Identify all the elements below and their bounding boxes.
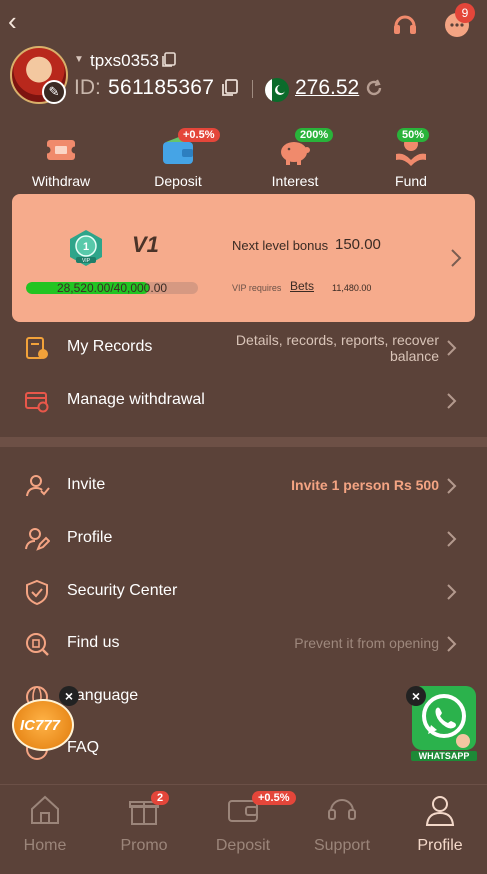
menu-manage-withdrawal-label: Manage withdrawal — [67, 391, 205, 408]
quick-interest-label: Interest — [271, 173, 319, 189]
fund-badge: 50% — [397, 128, 430, 142]
username: tpxs0353 — [90, 51, 159, 70]
vip-requires-label: VIP requires — [232, 283, 282, 293]
card-settings-icon — [25, 392, 49, 413]
ic777-floating-button[interactable]: IC777 — [12, 699, 74, 751]
quick-withdraw-label: Withdraw — [31, 173, 91, 189]
quick-withdraw[interactable]: Withdraw — [11, 130, 111, 189]
tab-support-label: Support — [313, 837, 371, 854]
back-chevron-icon[interactable]: ‹ — [8, 6, 17, 37]
chevron-right-icon — [447, 393, 457, 409]
menu-faq-label: FAQ — [67, 739, 100, 756]
chevron-right-icon — [447, 531, 457, 547]
vip-bets-link[interactable]: Bets — [290, 279, 314, 293]
tab-profile-label: Profile — [417, 837, 463, 854]
tab-support[interactable]: Support — [293, 793, 391, 855]
home-icon — [31, 795, 59, 824]
shield-check-icon — [26, 579, 48, 605]
copy-icon[interactable] — [160, 51, 178, 69]
menu-my-records-label: My Records — [67, 338, 153, 355]
top-bar: ‹ 9 — [0, 0, 487, 46]
menu-security-center-label: Security Center — [67, 582, 178, 599]
vip-progress-text: 28,520.00/40,000.00 — [56, 281, 168, 295]
chevron-right-icon — [447, 478, 457, 494]
records-icon — [26, 337, 48, 359]
caret-down-icon: ▼ — [74, 54, 84, 65]
section-divider — [0, 437, 487, 447]
chevron-right-icon — [447, 636, 457, 652]
refresh-icon[interactable] — [364, 78, 384, 98]
close-icon[interactable]: × — [406, 686, 426, 706]
tab-deposit[interactable]: Deposit +0.5% — [194, 791, 296, 855]
menu-my-records-hint: Details, records, reports, recover balan… — [235, 332, 439, 364]
message-count-badge: 9 — [455, 3, 475, 23]
pakistan-flag-icon — [265, 78, 289, 102]
next-level-label: Next level bonus — [232, 238, 329, 253]
menu-invite[interactable]: Invite Invite 1 person Rs 500 — [0, 460, 487, 510]
quick-fund-label: Fund — [395, 173, 427, 189]
separator — [252, 80, 253, 98]
menu-find-us[interactable]: Find us Prevent it from opening — [0, 618, 487, 668]
menu-manage-withdrawal[interactable]: Manage withdrawal — [0, 375, 487, 425]
menu-profile[interactable]: Profile — [0, 513, 487, 563]
edit-avatar-icon[interactable]: ✎ — [42, 80, 66, 104]
tab-deposit-label: Deposit — [215, 837, 271, 854]
menu-my-records[interactable]: My Records Details, records, reports, re… — [0, 322, 487, 372]
headset-icon[interactable] — [390, 10, 420, 40]
copy-id-icon[interactable] — [220, 78, 240, 98]
svg-text:1: 1 — [83, 241, 89, 253]
vip-requires-value: 11,480.00 — [332, 283, 372, 293]
tab-promo[interactable]: Promo 2 — [95, 791, 193, 855]
search-building-icon — [26, 633, 49, 656]
ic777-logo: IC777 — [20, 717, 61, 734]
interest-badge: 200% — [295, 128, 334, 142]
vip-medal-icon: 1 VIP — [70, 230, 102, 266]
menu-security-center[interactable]: Security Center — [0, 566, 487, 616]
chevron-right-icon — [447, 584, 457, 600]
close-icon[interactable]: × — [59, 686, 79, 706]
bottom-tab-bar: Home Promo 2 Deposit +0.5% Support Profi… — [0, 784, 487, 874]
chevron-right-icon — [451, 249, 462, 267]
tab-home[interactable]: Home — [0, 793, 94, 855]
tab-home-label: Home — [23, 837, 67, 854]
promo-count-badge: 2 — [151, 791, 170, 805]
user-add-icon — [26, 475, 50, 497]
user-edit-icon — [25, 528, 50, 551]
menu-invite-label: Invite — [67, 476, 106, 493]
quick-deposit[interactable]: Deposit +0.5% — [128, 128, 228, 189]
user-id: 561185367 — [108, 76, 215, 99]
quick-deposit-label: Deposit — [154, 173, 202, 189]
wallet-balance[interactable]: 276.52 — [295, 76, 359, 100]
svg-text:VIP: VIP — [82, 258, 91, 264]
quick-interest[interactable]: Interest 200% — [245, 128, 345, 189]
headset-icon — [328, 799, 356, 820]
ticket-icon — [43, 140, 79, 160]
deposit-bonus-badge: +0.5% — [252, 791, 296, 805]
vip-card[interactable]: 1 VIP V1 Next level bonus 150.00 28,520.… — [12, 194, 475, 322]
quick-fund[interactable]: Fund 50% — [361, 128, 461, 189]
menu-find-us-hint: Prevent it from opening — [294, 635, 439, 651]
vip-level: V1 — [132, 232, 159, 257]
tab-promo-label: Promo — [120, 837, 168, 854]
deposit-bonus-badge: +0.5% — [178, 128, 220, 142]
user-icon — [425, 796, 455, 826]
menu-find-us-label: Find us — [67, 634, 120, 651]
id-label: ID: — [74, 76, 101, 99]
chevron-right-icon — [447, 340, 457, 356]
menu-invite-hint: Invite 1 person Rs 500 — [291, 477, 439, 493]
whatsapp-label: WHATSAPP — [411, 751, 477, 761]
menu-profile-label: Profile — [67, 529, 113, 546]
tab-profile[interactable]: Profile — [391, 793, 487, 855]
next-level-bonus: 150.00 — [335, 236, 381, 253]
